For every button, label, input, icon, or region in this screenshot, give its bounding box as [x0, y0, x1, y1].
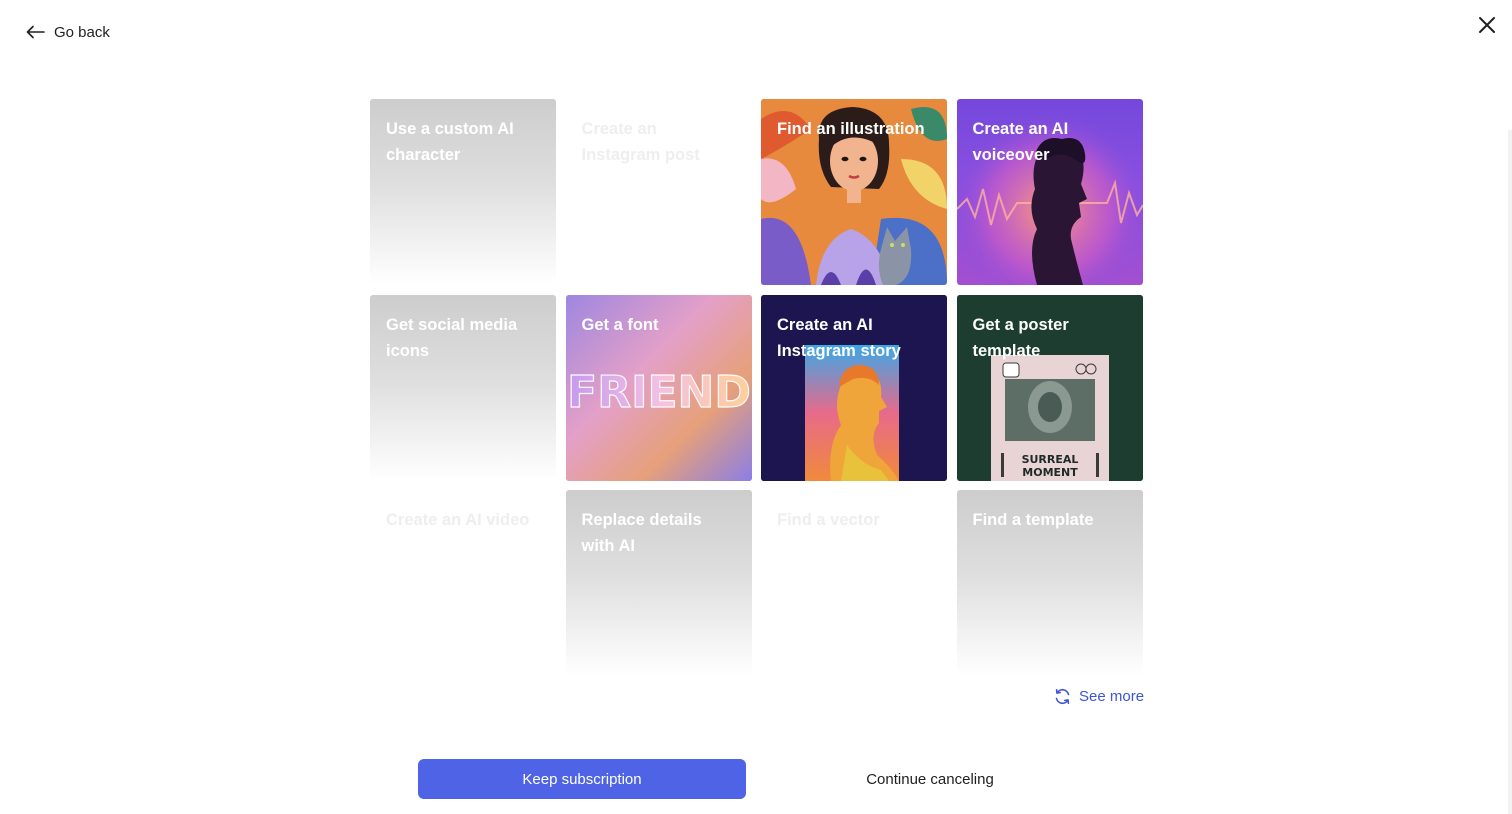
card-label: Use a custom AI character: [386, 120, 514, 164]
go-back-label: Go back: [54, 23, 110, 41]
card-label: Replace details with AI: [581, 511, 702, 555]
card-ai-video[interactable]: Create an AI video: [370, 490, 556, 676]
card-find-illustration[interactable]: Find an illustration: [761, 99, 947, 285]
continue-canceling-button[interactable]: Continue canceling: [766, 759, 1094, 799]
card-instagram-post[interactable]: Create an Instagram post: [565, 99, 752, 285]
card-ai-voiceover[interactable]: Create an AI voiceover: [956, 99, 1143, 285]
card-label: Get a font: [581, 315, 659, 334]
card-label: Create an AI voiceover: [972, 120, 1069, 164]
card-label: Create an AI Instagram story: [777, 315, 901, 360]
refresh-icon: [1055, 688, 1070, 704]
card-find-template[interactable]: Find a template: [956, 490, 1143, 676]
card-label: Find a template: [972, 511, 1094, 529]
close-icon: [1479, 17, 1495, 33]
see-more-link[interactable]: See more: [1054, 686, 1144, 706]
arrow-left-icon: [26, 25, 45, 39]
card-find-vector[interactable]: Find a vector: [761, 490, 947, 676]
card-label: Create an Instagram post: [581, 120, 700, 164]
card-label: Create an AI video: [386, 511, 530, 529]
card-label: Find a vector: [777, 511, 880, 529]
keep-subscription-button[interactable]: Keep subscription: [418, 759, 746, 799]
card-poster-template[interactable]: SURREAL MOMENT Get a poster template: [956, 294, 1143, 481]
card-get-font[interactable]: FRIEND Get a font: [565, 294, 752, 481]
card-custom-ai-character[interactable]: Use a custom AI character: [370, 99, 556, 285]
suggestion-grid: Use a custom AI character Create an Inst…: [370, 99, 1143, 676]
go-back-link[interactable]: Go back: [26, 20, 110, 44]
card-label: Get social media icons: [386, 315, 518, 360]
card-replace-details[interactable]: Replace details with AI: [565, 490, 752, 676]
scrollbar-track: [1508, 130, 1512, 814]
card-ai-instagram-story[interactable]: Create an AI Instagram story: [761, 294, 947, 481]
close-button[interactable]: [1476, 14, 1498, 36]
see-more-label: See more: [1079, 687, 1145, 705]
poster-sample-text: SURREAL MOMENT: [1021, 453, 1078, 479]
font-sample-text: FRIEND: [567, 367, 751, 418]
card-label: Get a poster template: [972, 315, 1069, 360]
card-label: Find an illustration: [777, 120, 925, 138]
card-social-media-icons[interactable]: Get social media icons: [370, 294, 556, 481]
